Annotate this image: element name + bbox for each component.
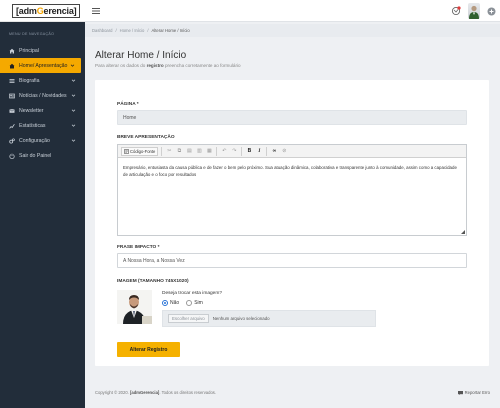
nav-section-title: MENU DE NAVEGAÇÃO xyxy=(9,32,55,36)
topbar xyxy=(85,0,500,22)
radio-yes-label[interactable]: Sim xyxy=(194,300,203,306)
sidebar-item-sair-do-painel[interactable]: Sair do Painel xyxy=(0,148,85,163)
sidebar-item-principal[interactable]: Principal xyxy=(0,43,85,58)
sidebar-item-label: Newsletter xyxy=(19,107,44,114)
imagem-label: IMAGEM (TAMANHO 745X1020) xyxy=(117,279,189,284)
breadcrumb-home[interactable]: Home / Início xyxy=(120,28,145,33)
sidebar-item-label: Biografia xyxy=(19,77,40,84)
sidebar-item-label: Home/ Apresentação xyxy=(19,62,68,69)
editor-toolbar: Código-Fonte ✂ ⧉ ▤ ▥ ▦ ↶ ↷ B I ∞ ⊘ xyxy=(118,145,466,158)
sidebar-item-biografia[interactable]: Biografia xyxy=(0,73,85,88)
rich-text-editor[interactable]: Código-Fonte ✂ ⧉ ▤ ▥ ▦ ↶ ↷ B I ∞ ⊘ Empre… xyxy=(117,144,467,236)
report-error-link[interactable]: Reportar Erro xyxy=(457,390,490,395)
sidebar-item-label: Principal xyxy=(19,47,39,54)
chevron-down-icon xyxy=(71,123,76,128)
message-icon xyxy=(457,390,463,395)
form-card: PÁGINA * Home BREVE APRESENTAÇÃO Código-… xyxy=(95,80,489,366)
change-image-question: Deseja trocar esta imagem? xyxy=(162,291,222,296)
brand-logo[interactable]: [admGerencia] xyxy=(0,0,85,22)
page-title: Alterar Home / Início xyxy=(95,50,187,61)
radio-yes[interactable] xyxy=(186,300,193,306)
chevron-down-icon xyxy=(70,63,75,68)
source-code-button[interactable]: Código-Fonte xyxy=(121,146,159,156)
list-icon xyxy=(9,78,15,84)
user-avatar[interactable] xyxy=(468,3,480,19)
sidebar-item-label: Estatísticas xyxy=(19,122,46,129)
file-status: Nenhum arquivo selecionado xyxy=(212,316,270,321)
chevron-down-icon xyxy=(71,93,76,98)
redo-icon[interactable]: ↷ xyxy=(230,147,238,156)
frase-field[interactable]: A Nossa Hora, a Nossa Vez xyxy=(117,253,467,268)
house-icon xyxy=(9,63,15,69)
footer-copyright: Copyright © 2020. [admGerencia]. Todos o… xyxy=(95,390,217,395)
sidebar: [admGerencia] MENU DE NAVEGAÇÃO Principa… xyxy=(0,0,85,408)
undo-icon[interactable]: ↶ xyxy=(220,147,228,156)
file-input: Escolher arquivo Nenhum arquivo selecion… xyxy=(162,310,376,327)
submit-button[interactable]: Alterar Registro xyxy=(117,342,180,357)
sidebar-item-label: Sair do Painel xyxy=(19,152,52,159)
chevron-down-icon xyxy=(71,78,76,83)
copy-icon[interactable]: ⧉ xyxy=(175,147,183,156)
paste-icon[interactable]: ▤ xyxy=(185,147,193,156)
link-icon[interactable]: ∞ xyxy=(270,147,278,156)
choose-file-button[interactable]: Escolher arquivo xyxy=(168,314,209,323)
cut-icon[interactable]: ✂ xyxy=(165,147,173,156)
unlink-icon[interactable]: ⊘ xyxy=(280,147,288,156)
menu-toggle-icon[interactable] xyxy=(92,7,100,15)
breadcrumb: Dashboard / Home / Início / Alterar Home… xyxy=(85,24,500,37)
current-image xyxy=(117,290,152,324)
radio-no-label[interactable]: Não xyxy=(170,300,179,306)
change-image-radios: Não Sim xyxy=(162,300,203,306)
sidebar-item-noticias-novidades[interactable]: Notícias / Novidades xyxy=(0,88,85,103)
chart-icon xyxy=(9,123,15,129)
sidebar-item-label: Configuração xyxy=(19,137,50,144)
page-subtitle: Para alterar os dados do registro preenc… xyxy=(95,63,241,68)
frase-label: FRASE IMPACTO * xyxy=(117,245,160,250)
sidebar-item-configuracao[interactable]: Configuração xyxy=(0,133,85,148)
radio-no[interactable] xyxy=(162,300,168,306)
bold-icon[interactable]: B xyxy=(245,147,253,156)
breve-label: BREVE APRESENTAÇÃO xyxy=(117,135,175,140)
chevron-down-icon xyxy=(71,108,76,113)
pagina-field: Home xyxy=(117,110,467,125)
breadcrumb-dashboard[interactable]: Dashboard xyxy=(92,28,113,33)
paste-word-icon[interactable]: ▦ xyxy=(205,147,213,156)
chevron-down-icon xyxy=(71,138,76,143)
sidebar-item-home-apresentacao[interactable]: Home/ Apresentação xyxy=(0,58,81,73)
sidebar-item-estatisticas[interactable]: Estatísticas xyxy=(0,118,85,133)
newspaper-icon xyxy=(9,93,15,99)
user-menu-icon[interactable] xyxy=(487,7,496,16)
italic-icon[interactable]: I xyxy=(255,147,263,156)
breadcrumb-current: Alterar Home / Início xyxy=(151,28,190,33)
home-icon xyxy=(9,48,15,54)
envelope-icon xyxy=(9,108,15,114)
resize-handle-icon[interactable] xyxy=(461,230,465,234)
sidebar-item-label: Notícias / Novidades xyxy=(19,92,67,99)
pagina-label: PÁGINA * xyxy=(117,102,139,107)
gears-icon xyxy=(9,137,15,144)
power-icon xyxy=(9,153,15,159)
sidebar-item-newsletter[interactable]: Newsletter xyxy=(0,103,85,118)
source-icon xyxy=(124,148,129,154)
notifications-icon[interactable] xyxy=(451,6,461,16)
paste-text-icon[interactable]: ▥ xyxy=(195,147,203,156)
editor-content[interactable]: Empresário, entusiasta da causa pública … xyxy=(118,158,466,184)
